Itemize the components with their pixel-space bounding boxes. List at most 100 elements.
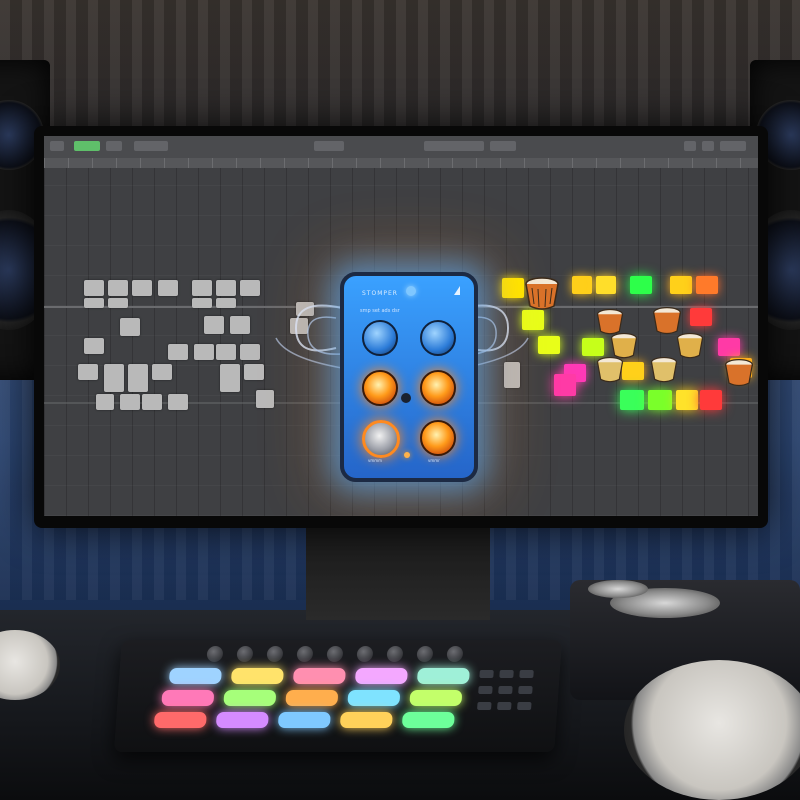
controller-button[interactable]: [477, 702, 492, 710]
midi-note[interactable]: [168, 344, 188, 360]
toolbar-button[interactable]: [50, 141, 64, 151]
footswitch-right[interactable]: [420, 420, 456, 456]
midi-note[interactable]: [158, 280, 178, 296]
orange-knob[interactable]: [420, 370, 456, 406]
midi-note[interactable]: [216, 344, 236, 360]
midi-note-active[interactable]: [696, 276, 718, 294]
controller-knob[interactable]: [326, 646, 344, 662]
controller-knob[interactable]: [416, 646, 434, 662]
midi-note[interactable]: [216, 280, 236, 296]
midi-note[interactable]: [84, 280, 104, 296]
midi-note-active[interactable]: [676, 390, 698, 410]
piano-roll-grid[interactable]: STOMPER smp set ads dsr vmmm vmmr: [44, 168, 758, 516]
midi-note-active[interactable]: [620, 390, 644, 410]
midi-note[interactable]: [192, 280, 212, 296]
midi-note-active[interactable]: [690, 308, 712, 326]
midi-note-active[interactable]: [718, 338, 740, 356]
toolbar-active-button[interactable]: [74, 141, 100, 151]
midi-note[interactable]: [142, 394, 162, 410]
midi-note-active[interactable]: [648, 390, 672, 410]
midi-note[interactable]: [216, 298, 236, 308]
midi-note[interactable]: [152, 364, 172, 380]
midi-note[interactable]: [120, 394, 140, 410]
controller-button[interactable]: [478, 686, 493, 694]
midi-note[interactable]: [104, 364, 124, 392]
center-jack-icon: [401, 393, 411, 403]
drum-pad[interactable]: [161, 690, 215, 706]
drum-pad[interactable]: [401, 712, 455, 728]
midi-note[interactable]: [108, 280, 128, 296]
controller-knob[interactable]: [236, 646, 254, 662]
midi-note[interactable]: [132, 280, 152, 296]
midi-note[interactable]: [204, 316, 224, 334]
midi-note[interactable]: [194, 344, 214, 360]
controller-button[interactable]: [517, 702, 532, 710]
midi-note[interactable]: [128, 364, 148, 392]
toolbar-button[interactable]: [702, 141, 714, 151]
controller-button[interactable]: [519, 670, 534, 678]
midi-note[interactable]: [120, 318, 140, 336]
midi-note-active[interactable]: [582, 338, 604, 356]
drum-pad[interactable]: [416, 668, 470, 684]
controller-knob[interactable]: [446, 646, 464, 662]
midi-note-active[interactable]: [596, 276, 616, 294]
midi-note[interactable]: [240, 344, 260, 360]
controller-knob[interactable]: [386, 646, 404, 662]
drum-pad-large: [624, 660, 800, 800]
controller-button[interactable]: [497, 702, 512, 710]
blue-knob[interactable]: [420, 320, 456, 356]
controller-knob[interactable]: [266, 646, 284, 662]
effect-pedal[interactable]: STOMPER smp set ads dsr vmmm vmmr: [340, 272, 478, 482]
midi-note[interactable]: [84, 338, 104, 354]
midi-note-active[interactable]: [630, 276, 652, 294]
midi-note[interactable]: [84, 298, 104, 308]
midi-note[interactable]: [108, 298, 128, 308]
midi-note[interactable]: [78, 364, 98, 380]
drum-pad[interactable]: [339, 712, 393, 728]
midi-note-active[interactable]: [538, 336, 560, 354]
drum-pad[interactable]: [285, 690, 339, 706]
midi-note[interactable]: [230, 316, 250, 334]
toolbar-button[interactable]: [134, 141, 168, 151]
controller-button[interactable]: [498, 686, 513, 694]
cymbal: [588, 580, 648, 598]
midi-note-active[interactable]: [622, 362, 644, 380]
midi-note-active[interactable]: [700, 390, 722, 410]
controller-button[interactable]: [499, 670, 514, 678]
toolbar-button[interactable]: [314, 141, 344, 151]
orange-knob[interactable]: [362, 370, 398, 406]
controller-knob[interactable]: [206, 646, 224, 662]
drum-pad[interactable]: [223, 690, 277, 706]
toolbar-button[interactable]: [684, 141, 696, 151]
midi-note[interactable]: [220, 364, 240, 392]
footswitch-left[interactable]: [362, 420, 400, 458]
controller-knob[interactable]: [296, 646, 314, 662]
controller-button[interactable]: [518, 686, 533, 694]
drum-pad[interactable]: [292, 668, 346, 684]
transport-display[interactable]: [424, 141, 484, 151]
controller-button[interactable]: [479, 670, 494, 678]
midi-note-active[interactable]: [670, 276, 692, 294]
toolbar-button[interactable]: [106, 141, 122, 151]
midi-note-active[interactable]: [572, 276, 592, 294]
drum-pad[interactable]: [347, 690, 401, 706]
drum-pad[interactable]: [168, 668, 222, 684]
drum-pad[interactable]: [153, 712, 207, 728]
drum-pad[interactable]: [215, 712, 269, 728]
drum-pad[interactable]: [409, 690, 463, 706]
midi-note[interactable]: [244, 364, 264, 380]
midi-note[interactable]: [192, 298, 212, 308]
pad-controller[interactable]: [114, 640, 562, 752]
controller-knob[interactable]: [356, 646, 374, 662]
drum-pad[interactable]: [277, 712, 331, 728]
toolbar-button[interactable]: [490, 141, 516, 151]
blue-knob[interactable]: [362, 320, 398, 356]
midi-note[interactable]: [240, 280, 260, 296]
midi-note[interactable]: [96, 394, 114, 410]
toolbar-button[interactable]: [720, 141, 746, 151]
midi-note-active[interactable]: [554, 374, 576, 396]
drum-pad[interactable]: [230, 668, 284, 684]
midi-note[interactable]: [168, 394, 188, 410]
drum-pad[interactable]: [354, 668, 408, 684]
midi-note[interactable]: [256, 390, 274, 408]
